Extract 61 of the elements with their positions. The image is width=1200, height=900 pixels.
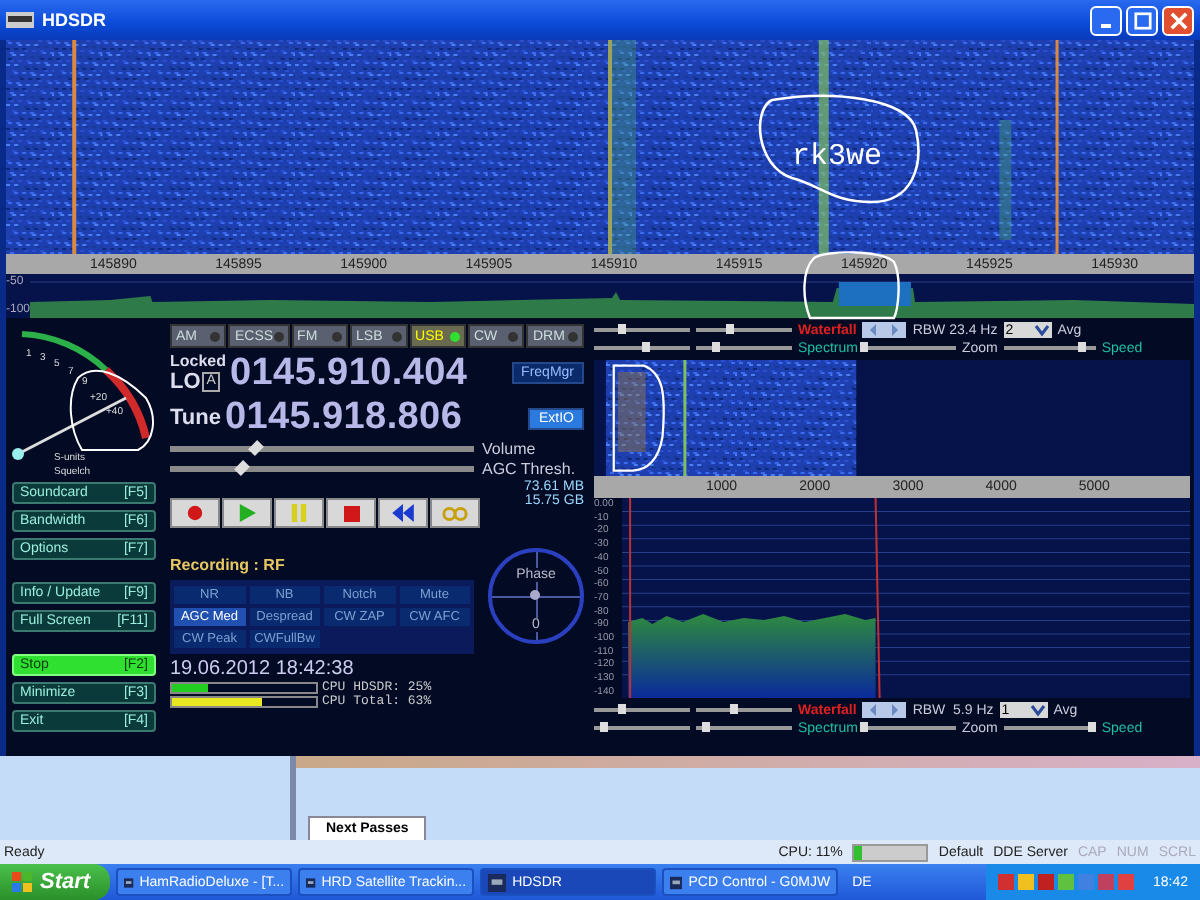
slider-thumb[interactable] [701,722,710,732]
app-icon [670,873,683,891]
stepper-button[interactable] [862,322,907,338]
slider-thumb[interactable] [711,342,720,352]
slider-thumb[interactable] [599,722,608,732]
slider-thumb[interactable] [725,324,734,334]
slider-thumb[interactable] [1088,722,1097,732]
app-icon [124,873,134,891]
tune-frequency: 0145.918.806 [224,398,463,438]
annotation-outline [802,250,902,322]
slider-thumb[interactable] [247,439,263,455]
stop-button[interactable] [326,498,376,528]
slider-thumb[interactable] [859,722,868,732]
record-icon [186,504,204,522]
tune-label: Tune [170,406,221,430]
app-icon [488,873,507,891]
chevron-down-icon [1029,702,1046,718]
radio-icon [6,10,34,30]
slider-thumb[interactable] [235,459,251,475]
minimize-icon [1100,24,1112,28]
rewind-button[interactable] [378,498,428,528]
start-button[interactable]: Start [0,864,111,900]
minimize-button[interactable] [1090,5,1122,35]
slider-thumb[interactable] [618,704,627,714]
date-time: 19.06.2012 18:42:38 [170,658,356,680]
arrows-icon [870,704,899,716]
slider-track[interactable] [170,445,474,451]
lo-frequency: 0145.910.404 [230,354,468,394]
slider-thumb[interactable] [618,324,627,334]
slider-thumb[interactable] [859,342,868,352]
slider-thumb[interactable] [1077,342,1086,352]
slider-label: AGC Thresh. [482,459,576,477]
app-icon [306,873,316,891]
arrows-icon [870,324,899,336]
windows-flag-icon [12,872,32,892]
rewind-icon [392,504,414,522]
loop-icon [442,505,468,521]
slider-track[interactable] [170,465,474,471]
annotation-outline [610,360,670,476]
slider-thumb[interactable] [730,704,739,714]
play-icon [238,504,256,522]
lock-status: Locked [170,352,227,370]
pause-icon [290,504,308,522]
meter-scale-arc [21,331,150,440]
stepper-button[interactable] [862,702,907,718]
slider-thumb[interactable] [642,342,651,352]
close-button[interactable] [1162,5,1194,35]
recording-label: Recording : RF [170,556,287,574]
annotation-outline [69,369,154,451]
meter-needle [12,396,127,460]
annotation-text: rk3we [792,140,883,174]
record-button[interactable] [170,498,220,528]
slider-label: Volume [482,439,536,457]
cpu-meter [852,843,929,861]
window-title: HDSDR [42,10,107,30]
chevron-down-icon [1033,322,1050,338]
maximize-icon [1133,11,1151,29]
maximize-button[interactable] [1126,5,1158,35]
lo-label: LO [170,370,201,394]
stop-icon [343,505,359,521]
close-icon [1169,11,1187,29]
